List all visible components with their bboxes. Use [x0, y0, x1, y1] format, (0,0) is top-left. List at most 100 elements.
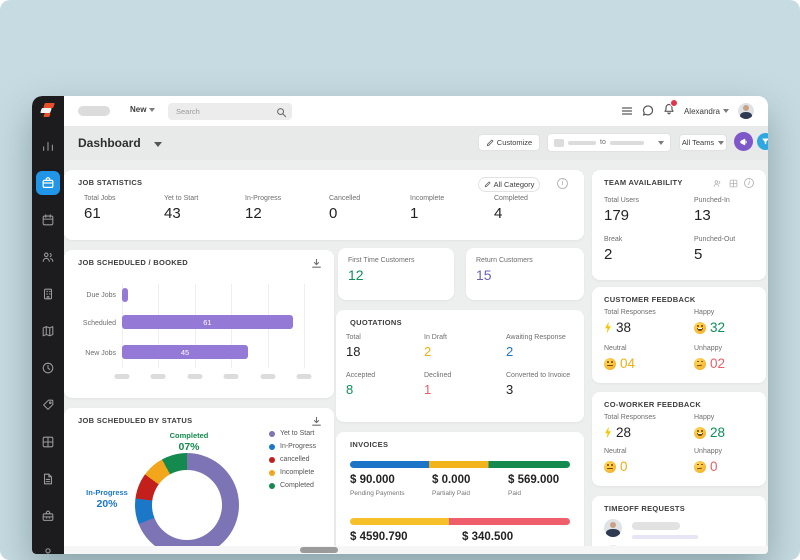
stat-label: Happy: [694, 414, 725, 421]
sidebar-item-profile[interactable]: [36, 541, 60, 554]
invoice-value: $ 90.000: [350, 474, 405, 486]
redacted-tick: [261, 374, 276, 379]
legend-item[interactable]: Yet to Start: [269, 430, 316, 437]
horizontal-scrollbar: [64, 546, 768, 554]
scrollbar-thumb[interactable]: [300, 547, 338, 553]
stat-label: Total Responses: [604, 414, 656, 421]
happy-face-icon: [694, 322, 706, 334]
info-icon[interactable]: i: [557, 178, 568, 189]
legend-item[interactable]: Incomplete: [269, 469, 316, 476]
legend-item[interactable]: In-Progress: [269, 443, 316, 450]
notification-badge: [670, 99, 678, 107]
redacted-tick: [188, 374, 203, 379]
bar-chart-plot: 61 45: [122, 284, 304, 368]
legend-item[interactable]: cancelled: [269, 456, 316, 463]
sidebar-item-table[interactable]: [36, 430, 60, 454]
redacted-requester-name: [632, 522, 680, 530]
legend-label: In-Progress: [280, 443, 316, 450]
download-icon[interactable]: [311, 258, 322, 269]
toolbox-icon: [41, 509, 55, 523]
sidebar-item-documents[interactable]: [36, 467, 60, 491]
chart-legend: Yet to Start In-Progress cancelled Incom…: [269, 430, 316, 489]
stat-label: Unhappy: [694, 345, 725, 352]
lightning-icon: [604, 427, 612, 439]
redacted-request-detail: [632, 535, 698, 539]
legend-dot: [269, 444, 275, 450]
stat-value: 0: [710, 459, 718, 474]
stat-value: 0: [620, 459, 628, 474]
user-menu[interactable]: Alexandra: [684, 107, 729, 116]
new-dropdown[interactable]: New: [130, 105, 155, 114]
stat-value: 18: [346, 344, 361, 359]
sidebar-item-company[interactable]: [36, 282, 60, 306]
return-customers-card: Return Customers 15: [466, 248, 584, 300]
logo-shape: [43, 113, 50, 117]
card-title: CO-WORKER FEEDBACK: [604, 400, 701, 409]
all-category-button[interactable]: All Category: [478, 177, 540, 192]
stat-value: 13: [694, 207, 730, 224]
donut-chart[interactable]: [135, 453, 239, 554]
invoice-partial: $ 0.000Partially Paid: [432, 474, 470, 497]
callout-label: Completed: [134, 431, 244, 440]
download-icon[interactable]: [311, 416, 322, 427]
search-input[interactable]: [168, 103, 292, 120]
user-avatar[interactable]: [738, 103, 754, 119]
filter-icon: [761, 137, 768, 146]
sidebar-item-jobs[interactable]: [36, 171, 60, 195]
callout-value: 20%: [72, 498, 142, 510]
sidebar-item-tags[interactable]: [36, 393, 60, 417]
menu-icon[interactable]: [621, 105, 633, 117]
sidebar-nav: [32, 134, 64, 554]
stat-cf-total: Total Responses 38: [604, 309, 656, 335]
invoice-paid: $ 569.000Paid: [508, 474, 559, 497]
invoice-amount-bar: [350, 518, 570, 525]
announce-button[interactable]: [734, 132, 753, 151]
sidebar-item-toolbox[interactable]: [36, 504, 60, 528]
grid-mini-icon[interactable]: [729, 179, 738, 188]
teams-select[interactable]: All Teams: [679, 134, 727, 151]
person-icon: [41, 546, 55, 554]
users-mini-icon[interactable]: [713, 179, 722, 188]
requester-avatar[interactable]: [604, 519, 622, 537]
card-title: JOB SCHEDULED / BOOKED: [78, 258, 188, 267]
stat-value: 0: [329, 205, 360, 222]
card-title: JOB STATISTICS: [78, 178, 142, 187]
notifications-button[interactable]: [663, 102, 675, 120]
stat-value: 38: [616, 320, 631, 335]
chat-icon[interactable]: [642, 105, 654, 117]
sidebar-item-time[interactable]: [36, 356, 60, 380]
stat-yet-to-start: Yet to Start43: [164, 195, 198, 222]
customize-button[interactable]: Customize: [478, 134, 540, 151]
stat-value: 32: [710, 320, 725, 335]
stat-label: Neutral: [604, 345, 635, 352]
info-icon[interactable]: i: [744, 178, 754, 188]
filter-button[interactable]: [757, 133, 768, 150]
job-scheduled-booked-card: JOB SCHEDULED / BOOKED Due Jobs Schedule…: [64, 250, 334, 398]
stat-value: 1: [410, 205, 444, 222]
sidebar-item-calendar[interactable]: [36, 208, 60, 232]
invoice-value: $ 569.000: [508, 474, 559, 486]
stat-cw-happy: Happy 28: [694, 414, 725, 440]
legend-dot: [269, 470, 275, 476]
card-title: QUOTATIONS: [350, 318, 402, 327]
sidebar-item-map[interactable]: [36, 319, 60, 343]
sidebar-item-reports[interactable]: [36, 134, 60, 158]
sidebar-item-team[interactable]: [36, 245, 60, 269]
bar-new-jobs[interactable]: 45: [122, 345, 248, 359]
stat-label: In-Progress: [245, 195, 281, 202]
stat-label: Happy: [694, 309, 725, 316]
legend-item[interactable]: Completed: [269, 482, 316, 489]
stat-value: 2: [506, 344, 566, 359]
app-logo[interactable]: [32, 96, 64, 126]
chevron-down-icon[interactable]: [154, 142, 162, 147]
search-icon[interactable]: [276, 107, 287, 118]
stat-value: 12: [245, 205, 281, 222]
stat-quotes-converted: Converted to Invoice3: [506, 372, 570, 397]
bar-scheduled[interactable]: 61: [122, 315, 293, 329]
bar-due-jobs[interactable]: [122, 288, 128, 302]
screenshot-background: New Alexandra Dashboard Customize: [0, 0, 800, 560]
legend-label: Completed: [280, 482, 314, 489]
date-range-picker[interactable]: to: [547, 133, 671, 152]
stat-value: 2: [424, 344, 447, 359]
bar-category-label: Scheduled: [64, 320, 116, 327]
